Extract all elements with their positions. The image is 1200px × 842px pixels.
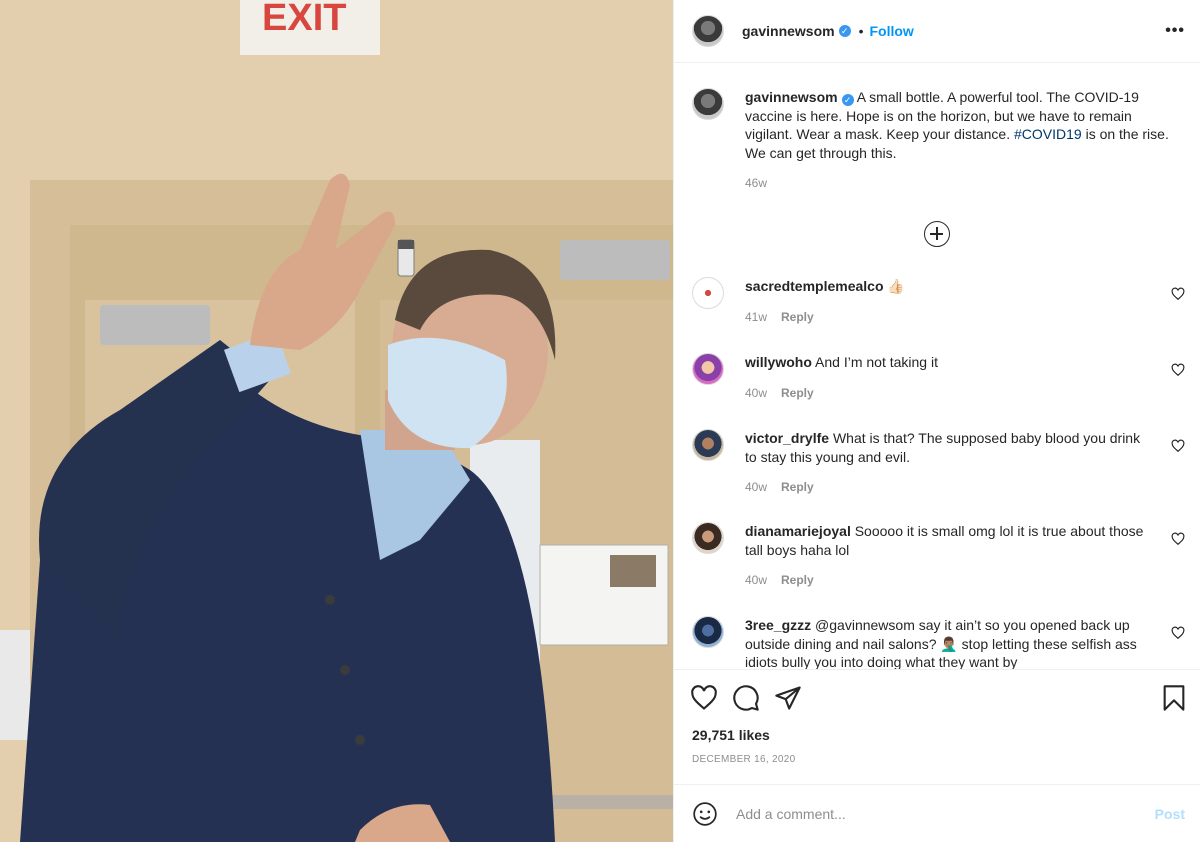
avatar[interactable] bbox=[692, 429, 724, 461]
heart-icon[interactable] bbox=[1171, 287, 1185, 301]
comment-username[interactable]: 3ree_gzzz bbox=[745, 617, 811, 633]
photo-illustration: EXIT bbox=[0, 0, 673, 842]
avatar[interactable] bbox=[692, 88, 724, 120]
action-bar: 29,751 likes DECEMBER 16, 2020 bbox=[674, 669, 1200, 784]
list-item: 3ree_gzzz @gavinnewsom say it ain’t so y… bbox=[692, 616, 1185, 669]
comment-username[interactable]: victor_drylfe bbox=[745, 430, 829, 446]
comment-icon[interactable] bbox=[732, 684, 760, 712]
comment-time[interactable]: 40w bbox=[745, 573, 767, 587]
bookmark-icon[interactable] bbox=[1160, 684, 1188, 712]
post-panel: gavinnewsom ✓ • Follow ••• gavinnewsom ✓ … bbox=[673, 0, 1200, 842]
avatar[interactable] bbox=[692, 277, 724, 309]
list-item: dianamariejoyal Sooooo it is small omg l… bbox=[692, 522, 1185, 590]
heart-icon[interactable] bbox=[1171, 439, 1185, 453]
comment-username[interactable]: willywoho bbox=[745, 354, 812, 370]
comment-input[interactable] bbox=[736, 805, 1155, 822]
list-item: sacredtemplemealco 👍🏻 41w Reply bbox=[692, 277, 1185, 326]
avatar[interactable] bbox=[692, 522, 724, 554]
list-item: victor_drylfe What is that? The supposed… bbox=[692, 429, 1185, 497]
comment-text: 👍🏻 bbox=[887, 278, 905, 294]
plus-circle-icon[interactable] bbox=[924, 221, 950, 247]
exit-sign-text: EXIT bbox=[262, 0, 346, 39]
follow-button[interactable]: Follow bbox=[870, 23, 914, 39]
post-date[interactable]: DECEMBER 16, 2020 bbox=[692, 754, 795, 765]
heart-icon[interactable] bbox=[1171, 363, 1185, 377]
comment-form: Post bbox=[674, 784, 1200, 842]
verified-badge-icon: ✓ bbox=[838, 25, 851, 37]
comments-list[interactable]: gavinnewsom ✓ A small bottle. A powerful … bbox=[674, 64, 1200, 669]
timestamp[interactable]: 46w bbox=[745, 176, 767, 190]
heart-icon[interactable] bbox=[690, 684, 718, 712]
reply-button[interactable]: Reply bbox=[781, 386, 814, 400]
caption-username[interactable]: gavinnewsom bbox=[745, 89, 838, 105]
heart-icon[interactable] bbox=[1171, 532, 1185, 546]
reply-button[interactable]: Reply bbox=[781, 573, 814, 587]
post-header: gavinnewsom ✓ • Follow ••• bbox=[674, 0, 1200, 63]
reply-button[interactable]: Reply bbox=[781, 310, 814, 324]
comment-text: And I’m not taking it bbox=[815, 354, 938, 370]
comment-time[interactable]: 40w bbox=[745, 480, 767, 494]
hashtag-link[interactable]: #COVID19 bbox=[1014, 126, 1082, 142]
heart-icon[interactable] bbox=[1171, 626, 1185, 640]
list-item: willywoho And I’m not taking it 40w Reply bbox=[692, 353, 1185, 402]
separator-dot: • bbox=[858, 23, 864, 39]
avatar[interactable] bbox=[692, 616, 724, 648]
post-caption: gavinnewsom ✓ A small bottle. A powerful … bbox=[692, 88, 1182, 193]
comment-time[interactable]: 40w bbox=[745, 386, 767, 400]
verified-badge-icon: ✓ bbox=[841, 94, 854, 106]
post-photo[interactable]: EXIT bbox=[0, 0, 673, 842]
avatar[interactable] bbox=[692, 353, 724, 385]
reply-button[interactable]: Reply bbox=[781, 480, 814, 494]
emoji-icon[interactable] bbox=[692, 801, 718, 827]
comment-time[interactable]: 41w bbox=[745, 310, 767, 324]
post-username[interactable]: gavinnewsom bbox=[742, 23, 835, 39]
more-options-icon[interactable]: ••• bbox=[1165, 22, 1185, 40]
comment-username[interactable]: dianamariejoyal bbox=[745, 523, 851, 539]
share-icon[interactable] bbox=[774, 684, 802, 712]
comment-username[interactable]: sacredtemplemealco bbox=[745, 278, 884, 294]
post-button[interactable]: Post bbox=[1155, 806, 1185, 822]
avatar[interactable] bbox=[692, 15, 724, 47]
caption-time: 46w bbox=[745, 174, 1182, 193]
likes-count[interactable]: 29,751 likes bbox=[692, 727, 770, 743]
